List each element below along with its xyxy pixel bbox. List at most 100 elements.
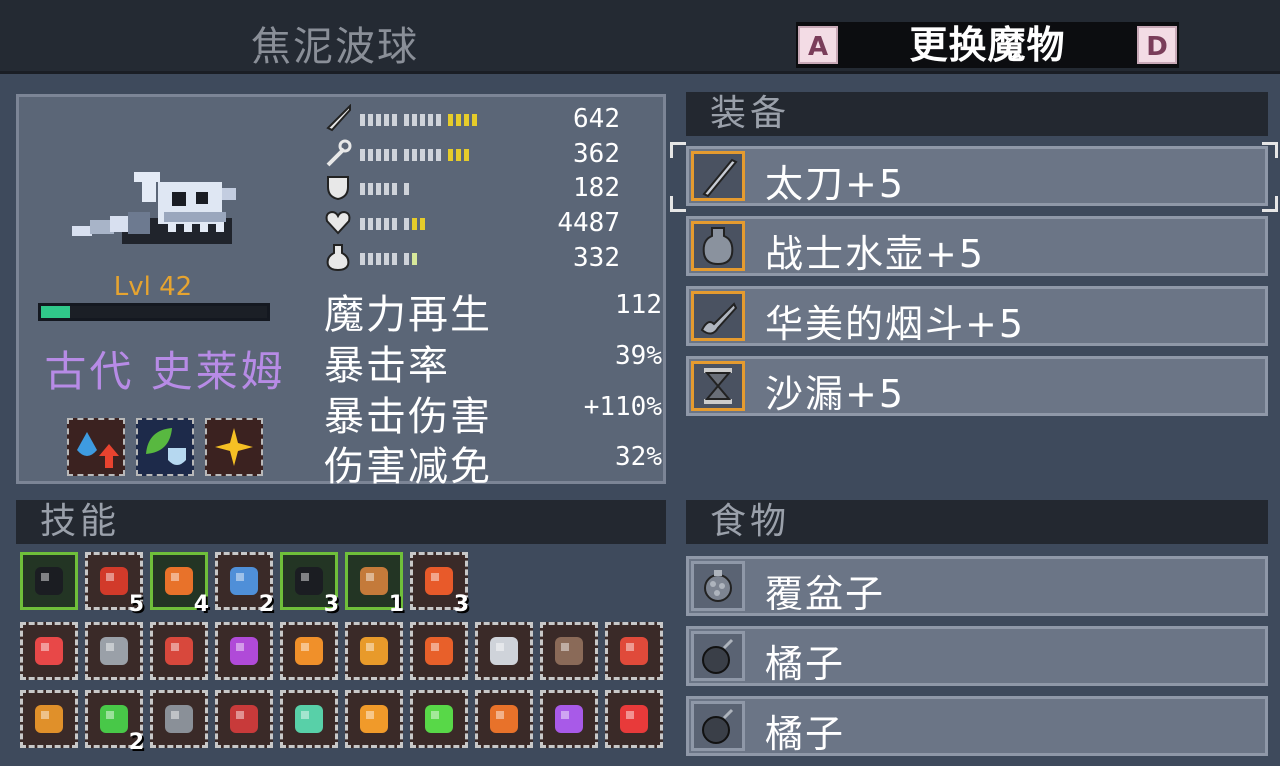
buff-water-up-icon[interactable] — [67, 418, 125, 476]
stat-value: 332 — [573, 243, 620, 273]
stat-bar-segment — [420, 218, 425, 230]
fire-card-icon[interactable] — [410, 622, 468, 680]
stat-bar-segment — [384, 114, 389, 126]
stat-bar-segment — [412, 253, 417, 265]
stat-bar-segment — [376, 149, 381, 161]
stat-bar-segment — [420, 149, 425, 161]
buff-leaf-shield-icon[interactable] — [136, 418, 194, 476]
target-potion-icon[interactable] — [345, 622, 403, 680]
red-hair-icon[interactable] — [150, 622, 208, 680]
stat-bar-segment — [436, 114, 441, 126]
stat-bar-segment — [456, 149, 461, 161]
fire-rock-icon[interactable]: 4 — [150, 552, 209, 617]
red-tile-icon[interactable] — [215, 690, 273, 748]
mana-regen-value: 112 — [615, 290, 662, 320]
red-orbs-icon[interactable] — [605, 690, 663, 748]
crit-damage-value: +110% — [583, 392, 662, 422]
equipment-label: 战士水壶+5 — [765, 232, 986, 276]
food-label: 覆盆子 — [765, 572, 886, 616]
equipment-slot-1[interactable]: 太刀+5 — [686, 146, 1268, 206]
hourglass-icon — [691, 361, 745, 411]
stat-value: 182 — [573, 173, 620, 203]
stars-icon[interactable] — [280, 690, 338, 748]
mana-regen-label: 魔力再生 — [324, 292, 492, 338]
bomb-icon — [691, 631, 745, 681]
food-header: 食物 — [686, 500, 1268, 544]
equipment-slot-2[interactable]: 战士水壶+5 — [686, 216, 1268, 276]
stone-ring-icon[interactable] — [85, 622, 143, 680]
coal-icon[interactable] — [20, 552, 78, 610]
stat-bar-segment — [448, 149, 453, 161]
purple-heart-icon[interactable] — [215, 622, 273, 680]
rune-stone-icon[interactable] — [150, 690, 208, 748]
food-slot-1[interactable]: 覆盆子 — [686, 556, 1268, 616]
equipment-header: 装备 — [686, 92, 1268, 136]
stat-bar-segment — [376, 218, 381, 230]
stat-bar-segment — [420, 114, 425, 126]
orange-rune-icon[interactable] — [280, 622, 338, 680]
selection-corner — [1262, 142, 1278, 158]
equipment-label: 华美的烟斗+5 — [765, 302, 1026, 346]
stat-bar-segment — [392, 183, 397, 195]
green-hourglass-icon[interactable] — [410, 690, 468, 748]
skeleton-icon[interactable] — [540, 622, 598, 680]
food-slot-2[interactable]: 橘子 — [686, 626, 1268, 686]
buff-spark-icon[interactable] — [205, 418, 263, 476]
stat-bar-segment — [412, 114, 417, 126]
stat-bar-segment — [404, 149, 409, 161]
stat-bar-segment — [392, 149, 397, 161]
food-label: 橘子 — [765, 712, 846, 756]
stat-bar-segment — [384, 149, 389, 161]
stat-bar-segment — [360, 253, 365, 265]
gear-sword-icon[interactable] — [20, 690, 78, 748]
purple-flame-icon[interactable] — [540, 690, 598, 748]
food-slot-3[interactable]: 橘子 — [686, 696, 1268, 756]
flame-claw-icon[interactable]: 3 — [410, 552, 469, 617]
prev-monster-key[interactable]: A — [798, 26, 838, 64]
staff-icon — [326, 139, 352, 167]
heart-shield-icon[interactable] — [20, 622, 78, 680]
monster-name: 焦泥波球 — [251, 24, 419, 70]
blue-orb-icon[interactable]: 2 — [215, 552, 274, 617]
selection-corner — [1262, 196, 1278, 212]
drumstick-icon[interactable]: 1 — [345, 552, 404, 617]
sword-icon — [326, 104, 351, 132]
equipment-slot-4[interactable]: 沙漏+5 — [686, 356, 1268, 416]
orange-hourglass-icon[interactable] — [345, 690, 403, 748]
bat-icon[interactable] — [475, 622, 533, 680]
monster-level: Lvl 42 — [113, 272, 193, 302]
switch-monster-bar[interactable]: A 更换魔物 D — [796, 22, 1179, 68]
monster-species: 古代 史莱姆 — [44, 347, 286, 396]
next-monster-key[interactable]: D — [1137, 26, 1177, 64]
stat-bar-segment — [384, 183, 389, 195]
stat-bar-segment — [376, 253, 381, 265]
stat-bar-segment — [412, 149, 417, 161]
equipment-slot-3[interactable]: 华美的烟斗+5 — [686, 286, 1268, 346]
stat-bar-segment — [360, 183, 365, 195]
coal-icon[interactable]: 3 — [280, 552, 339, 617]
green-heart-icon[interactable]: 2 — [85, 690, 144, 755]
shield-icon — [327, 176, 349, 201]
stat-value: 362 — [573, 139, 620, 169]
equipment-label: 沙漏+5 — [765, 372, 906, 416]
selection-corner — [670, 142, 686, 158]
bomb-icon — [691, 701, 745, 751]
stat-bar-segment — [404, 183, 409, 195]
stat-value: 642 — [573, 104, 620, 134]
red-fist-icon[interactable] — [605, 622, 663, 680]
stat-bar-segment — [360, 149, 365, 161]
pipe-icon — [691, 291, 745, 341]
stat-bar-segment — [472, 114, 477, 126]
skill-count: 5 — [128, 592, 144, 617]
stat-bar-segment — [448, 114, 453, 126]
experience-bar — [38, 303, 270, 321]
stat-bar-segment — [376, 114, 381, 126]
claw-slash-icon[interactable]: 5 — [85, 552, 144, 617]
stat-bar-segment — [456, 114, 461, 126]
stat-bar-segment — [464, 149, 469, 161]
stat-bar-segment — [368, 149, 373, 161]
stat-bar-segment — [368, 218, 373, 230]
stat-bar-segment — [428, 114, 433, 126]
fire-lance-icon[interactable] — [475, 690, 533, 748]
stat-bar-segment — [392, 114, 397, 126]
